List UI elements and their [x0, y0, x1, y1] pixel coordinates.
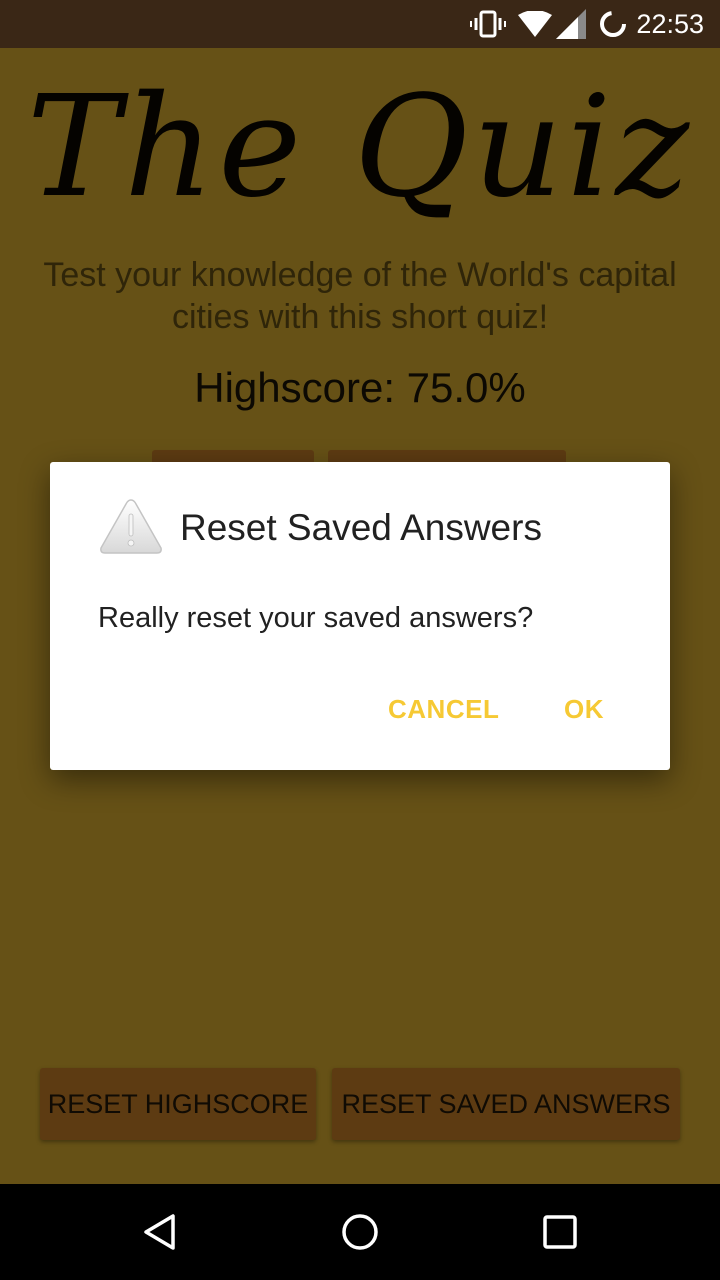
- cell-signal-icon: [556, 9, 587, 39]
- dialog-header: Reset Saved Answers: [98, 498, 542, 558]
- app-title: The Quiz: [26, 66, 694, 229]
- recents-icon[interactable]: [540, 1212, 580, 1252]
- back-icon[interactable]: [140, 1212, 180, 1252]
- dialog-title: Reset Saved Answers: [180, 507, 542, 548]
- status-icons: 22:53: [470, 0, 704, 48]
- warning-icon: [98, 496, 164, 561]
- battery-charging-icon: [598, 9, 628, 39]
- highscore-label: Highscore: 75.0%: [194, 364, 526, 411]
- reset-highscore-button[interactable]: RESET HIGHSCORE: [40, 1068, 316, 1140]
- wifi-icon: [518, 11, 553, 37]
- home-icon[interactable]: [340, 1212, 380, 1252]
- status-time: 22:53: [636, 8, 704, 39]
- tagline: Test your knowledge of the World's capit…: [43, 256, 677, 336]
- vibrate-icon: [470, 9, 507, 39]
- cancel-button[interactable]: CANCEL: [388, 694, 499, 725]
- reset-saved-answers-dialog: Reset Saved Answers Really reset your sa…: [50, 462, 670, 770]
- ok-button[interactable]: OK: [564, 694, 604, 725]
- status-bar: 22:53: [0, 0, 720, 48]
- dialog-message: Really reset your saved answers?: [98, 602, 534, 634]
- reset-saved-answers-button[interactable]: RESET SAVED ANSWERS: [332, 1068, 680, 1140]
- navigation-bar: [0, 1184, 720, 1280]
